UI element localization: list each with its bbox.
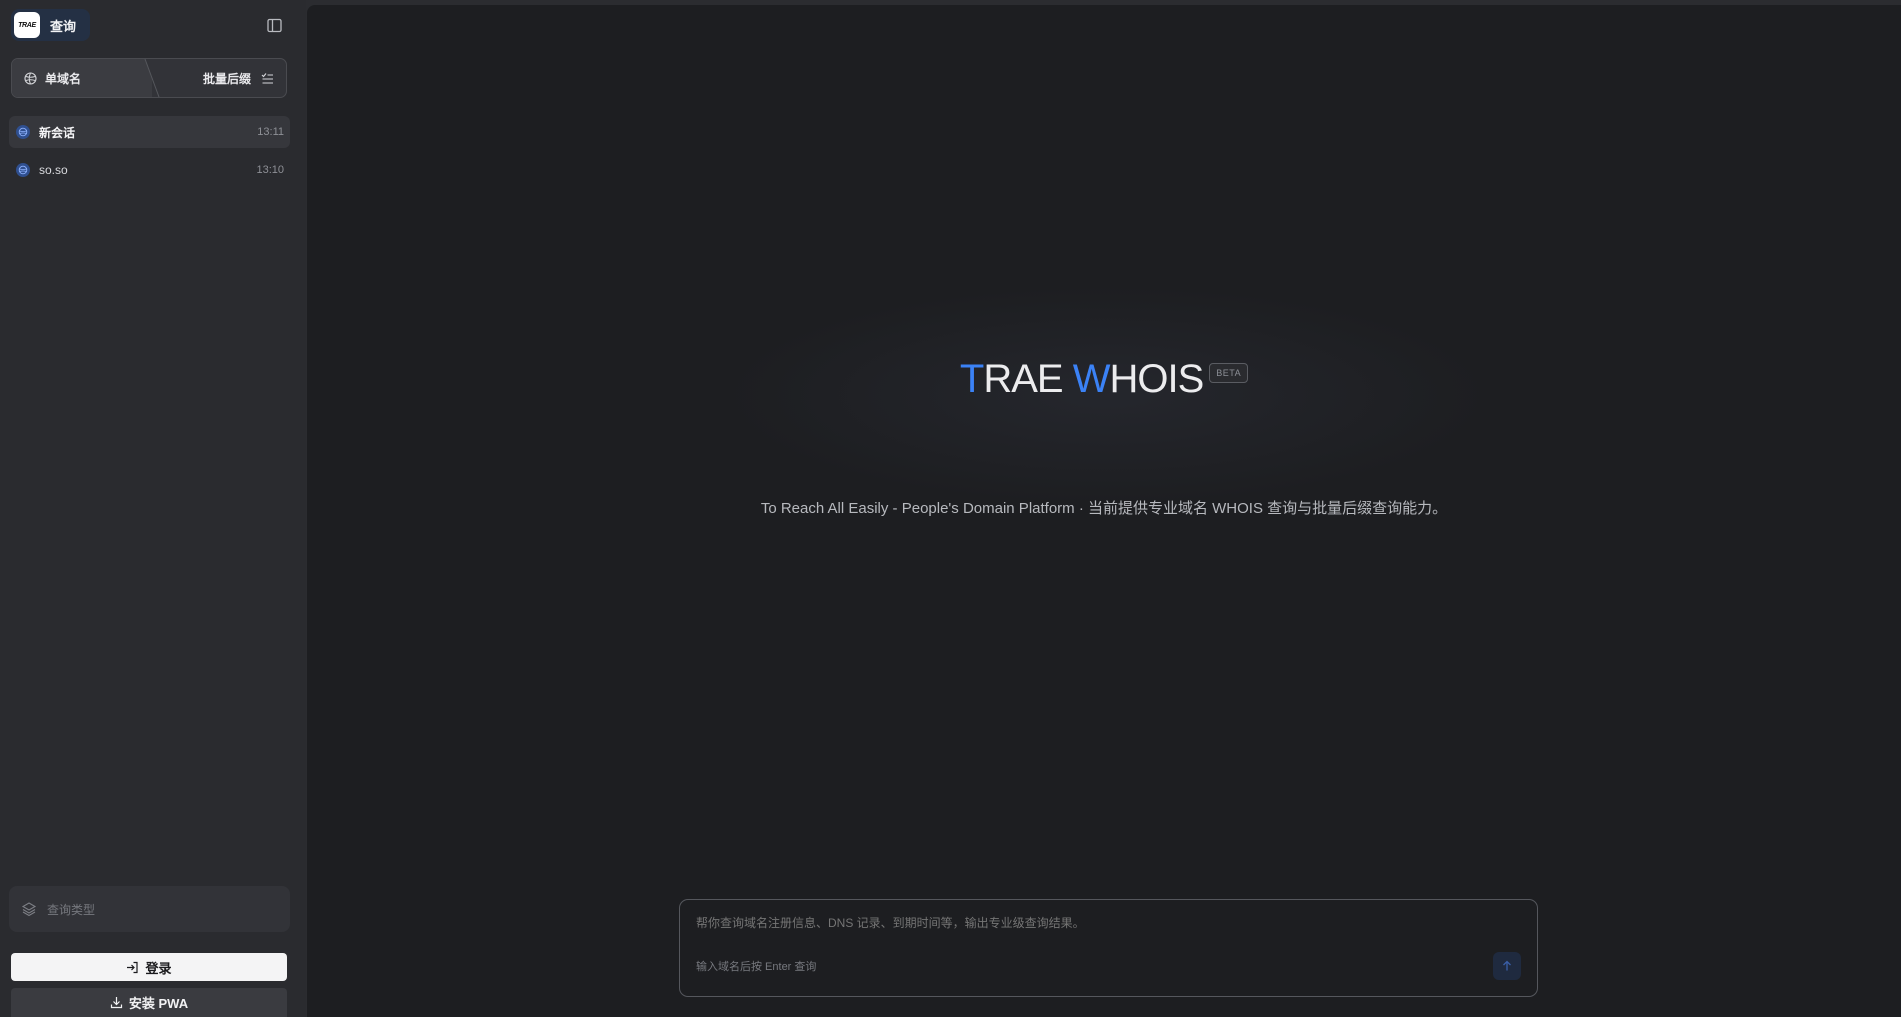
conversation-title: 新会话 [39, 125, 76, 140]
sidebar-collapse-button[interactable] [264, 15, 284, 35]
app: TRAE 查询 单域名 批量后缀 新会话 13:11 so.so 13:10 查… [0, 0, 1901, 1017]
trae-logo: TRAE [14, 12, 40, 38]
list-check-icon [261, 72, 274, 85]
query-composer: 输入域名后按 Enter 查询 [679, 899, 1538, 997]
layers-icon [21, 901, 37, 917]
login-label: 登录 [145, 960, 172, 976]
hero-title-w: W [1072, 357, 1111, 401]
arrow-up-icon [1503, 960, 1511, 971]
mode-batch-label: 批量后缀 [202, 71, 251, 86]
query-type-select[interactable]: 查询类型 [9, 886, 290, 932]
download-icon [110, 996, 123, 1009]
hero-title-t: T [959, 357, 984, 401]
globe-icon [16, 125, 30, 139]
beta-badge: BETA [1209, 363, 1249, 384]
mode-single-label: 单域名 [45, 71, 82, 86]
hero-title-hois: HOIS [1109, 357, 1204, 401]
conversation-time: 13:11 [257, 126, 284, 138]
sidebar-toggle-icon [266, 18, 282, 32]
globe-icon [16, 163, 30, 177]
query-type-placeholder: 查询类型 [47, 902, 96, 917]
composer-hint: 输入域名后按 Enter 查询 [696, 961, 817, 973]
install-pwa-button[interactable]: 安装 PWA [11, 988, 287, 1017]
hero-subtitle: To Reach All Easily - People's Domain Pl… [760, 500, 1448, 517]
conversation-title: so.so [39, 163, 68, 177]
query-input[interactable] [696, 916, 1496, 930]
brand-label: 查询 [50, 18, 77, 34]
hero-title: TRAE WHOIS BETA [307, 357, 1901, 402]
sidebar: TRAE 查询 单域名 批量后缀 新会话 13:11 so.so 13:10 查… [0, 0, 306, 1017]
main-panel: TRAE WHOIS BETA To Reach All Easily - Peo… [307, 5, 1901, 1017]
send-button[interactable] [1493, 952, 1521, 980]
hero-title-rae: RAE [983, 357, 1073, 401]
mode-batch-suffix[interactable]: 批量后缀 [166, 59, 286, 97]
mode-switch: 单域名 批量后缀 [11, 58, 287, 98]
conversation-item[interactable]: so.so 13:10 [9, 154, 290, 186]
conversation-item[interactable]: 新会话 13:11 [9, 116, 290, 148]
mode-single-domain[interactable]: 单域名 [12, 59, 152, 97]
login-button[interactable]: 登录 [11, 953, 287, 981]
conversation-time: 13:10 [256, 164, 284, 176]
mode-divider [144, 59, 160, 97]
globe-icon [24, 71, 37, 85]
install-pwa-label: 安装 PWA [128, 996, 189, 1011]
login-icon [126, 961, 139, 974]
brand-tab[interactable]: TRAE 查询 [11, 9, 90, 41]
